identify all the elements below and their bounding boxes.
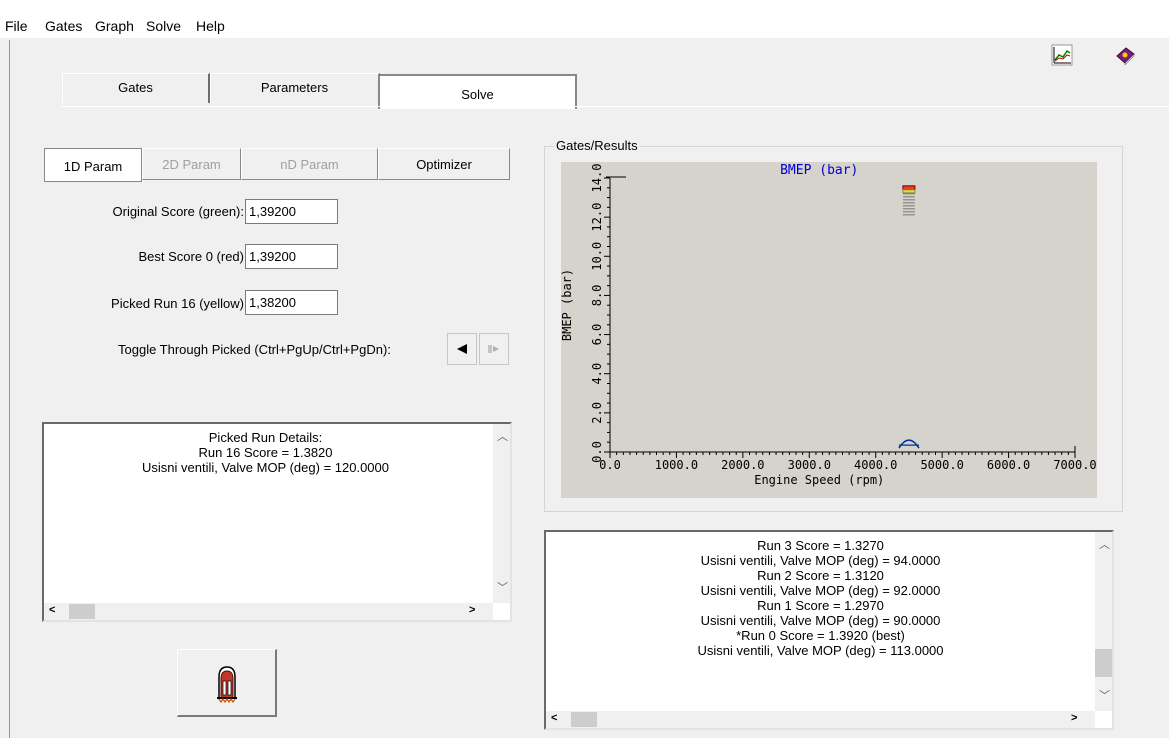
y-tick-label: 10.0	[590, 242, 604, 271]
results-horizontal-scrollbar[interactable]: < >	[546, 711, 1095, 728]
details-line: Run 16 Score = 1.3820	[198, 445, 333, 460]
gate-marker	[898, 439, 920, 449]
y-tick-label: 8.0	[590, 285, 604, 307]
results-panel[interactable]: Run 3 Score = 1.3270 Usisni ventili, Val…	[544, 530, 1114, 730]
subtab-1d-param-label: 1D Param	[63, 159, 123, 174]
subtab-1d-param[interactable]: 1D Param	[44, 148, 142, 182]
tab-gates[interactable]: Gates	[62, 73, 210, 103]
tab-parameters[interactable]: Parameters	[210, 73, 380, 103]
y-tick-label: 12.0	[590, 203, 604, 232]
scroll-left-icon[interactable]: <	[551, 712, 557, 724]
results-line: Run 2 Score = 1.3120	[757, 568, 884, 583]
menu-file[interactable]: File	[5, 18, 28, 34]
tab-strip-line	[61, 106, 1169, 107]
details-vertical-scrollbar[interactable]: ︿ ﹀	[493, 424, 510, 603]
y-tick-label: 6.0	[590, 324, 604, 346]
results-line: Usisni ventili, Valve MOP (deg) = 113.00…	[697, 643, 944, 658]
results-line: Usisni ventili, Valve MOP (deg) = 94.000…	[700, 553, 941, 568]
x-tick-label: 7000.0	[1053, 458, 1096, 472]
best-score-field[interactable]: 1,39200	[245, 244, 338, 269]
tab-solve[interactable]: Solve	[378, 74, 577, 109]
bmep-chart-svg: 0.0 1000.0 2000.0 3000.0 4000.0 5000.0 6000.0 7…	[560, 163, 1097, 487]
results-line: Run 3 Score = 1.3270	[757, 538, 884, 553]
menu-help[interactable]: Help	[196, 18, 225, 34]
scroll-up-icon[interactable]: ︿	[1099, 536, 1110, 552]
y-tick-label: 14.0	[590, 164, 604, 193]
x-tick-label: 3000.0	[788, 458, 831, 472]
scroll-up-icon[interactable]: ︿	[497, 428, 508, 444]
triangle-right-icon	[488, 345, 499, 353]
original-score-label: Original Score (green):	[112, 204, 245, 219]
details-line: Picked Run Details:	[208, 430, 323, 445]
scroll-down-icon[interactable]: ﹀	[1099, 687, 1110, 703]
run-solve-button[interactable]	[177, 649, 277, 717]
picked-run-marker	[902, 189, 916, 194]
subtab-nd-param[interactable]: nD Param	[241, 148, 378, 180]
y-tick-label: 0.0	[590, 441, 604, 463]
graph-icon	[1051, 44, 1073, 66]
graph-toolbar-button[interactable]	[1049, 42, 1075, 68]
gates-results-title: Gates/Results	[554, 138, 640, 153]
original-score-field[interactable]: 1,39200	[245, 199, 338, 224]
menu-bar: File Gates Graph Solve Help	[0, 0, 1169, 38]
help-toolbar-button[interactable]	[1112, 42, 1138, 68]
details-horizontal-scrollbar[interactable]: < >	[44, 603, 493, 620]
picked-run-details-panel[interactable]: Picked Run Details: Run 16 Score = 1.382…	[42, 422, 512, 622]
scroll-thumb[interactable]	[571, 712, 597, 727]
x-tick-label: 4000.0	[854, 458, 897, 472]
results-line: *Run 0 Score = 1.3920 (best)	[736, 628, 905, 643]
triangle-left-icon	[457, 344, 467, 354]
picked-run-label: Picked Run 16 (yellow)	[111, 296, 244, 311]
toggle-next-button[interactable]	[479, 333, 509, 365]
left-border	[9, 40, 10, 738]
menu-gates[interactable]: Gates	[45, 18, 82, 34]
results-line: Usisni ventili, Valve MOP (deg) = 92.000…	[700, 583, 941, 598]
scroll-thumb[interactable]	[69, 604, 95, 619]
y-axis-label: BMEP (bar)	[561, 269, 574, 341]
scroll-right-icon[interactable]: >	[469, 604, 475, 616]
x-tick-label: 2000.0	[721, 458, 764, 472]
subtab-nd-param-label: nD Param	[280, 157, 339, 172]
scroll-left-icon[interactable]: <	[49, 604, 55, 616]
best-score-label: Best Score 0 (red)	[138, 249, 245, 264]
results-vertical-scrollbar[interactable]: ︿ ﹀	[1095, 532, 1112, 711]
bmep-chart: 0.0 1000.0 2000.0 3000.0 4000.0 5000.0 6000.0 7…	[560, 162, 1097, 498]
results-line: Run 1 Score = 1.2970	[757, 598, 884, 613]
x-tick-label: 1000.0	[655, 458, 698, 472]
y-tick-label: 2.0	[590, 402, 604, 424]
x-tick-label: 6000.0	[987, 458, 1030, 472]
scroll-right-icon[interactable]: >	[1071, 712, 1077, 724]
tab-solve-label: Solve	[461, 87, 494, 102]
details-line: Usisni ventili, Valve MOP (deg) = 120.00…	[141, 460, 389, 475]
results-line: Usisni ventili, Valve MOP (deg) = 90.000…	[700, 613, 941, 628]
help-book-icon	[1116, 47, 1135, 66]
tab-gates-label: Gates	[118, 80, 153, 95]
scroll-thumb[interactable]	[1095, 649, 1112, 677]
best-run-marker	[902, 185, 916, 191]
x-tick-label: 5000.0	[920, 458, 963, 472]
subtab-2d-param-label: 2D Param	[162, 157, 221, 172]
subtab-2d-param[interactable]: 2D Param	[142, 148, 241, 180]
results-list: Run 3 Score = 1.3270 Usisni ventili, Val…	[546, 538, 1095, 658]
y-tick-label: 4.0	[590, 363, 604, 385]
menu-solve[interactable]: Solve	[146, 18, 181, 34]
picked-run-field[interactable]: 1,38200	[245, 290, 338, 315]
menu-graph[interactable]: Graph	[95, 18, 134, 34]
toggle-picked-label: Toggle Through Picked (Ctrl+PgUp/Ctrl+Pg…	[118, 342, 391, 357]
subtab-optimizer-label: Optimizer	[416, 157, 472, 172]
rocket-icon	[216, 665, 237, 703]
toggle-prev-button[interactable]	[447, 333, 477, 365]
chart-title: BMEP (bar)	[780, 163, 858, 178]
scroll-down-icon[interactable]: ﹀	[497, 579, 508, 595]
tab-parameters-label: Parameters	[260, 80, 329, 95]
subtab-optimizer[interactable]: Optimizer	[378, 148, 510, 180]
x-axis-label: Engine Speed (rpm)	[754, 473, 884, 487]
